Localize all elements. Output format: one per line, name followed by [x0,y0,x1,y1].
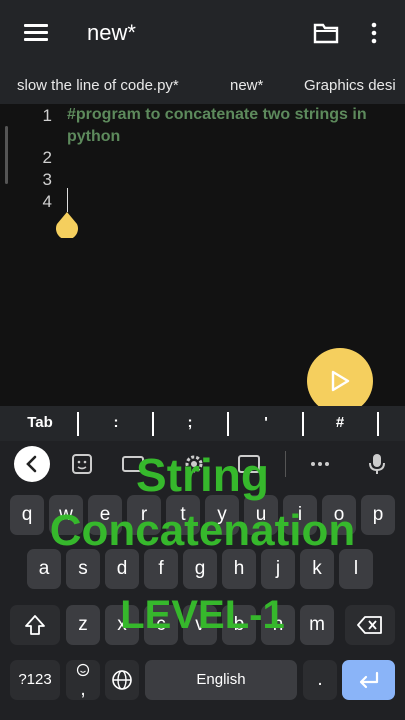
kebab-icon[interactable] [370,22,378,44]
page-title: new* [87,20,136,45]
line-number: 4 [42,192,52,211]
run-button[interactable] [307,348,373,414]
symbol-hash[interactable]: # [320,414,360,431]
divider [377,412,379,436]
symbol-quote[interactable]: ' [246,414,286,431]
symbol-bar: Tab : ; ' # [0,406,405,441]
language-key[interactable] [105,660,139,700]
overlay-title-line1: String [136,449,269,501]
folder-icon[interactable] [313,22,339,44]
app-bar: new* [0,0,405,66]
play-icon [331,370,350,392]
divider [77,412,79,436]
tab-file-1[interactable]: slow the line of code.py* [17,77,179,94]
line-number: 3 [42,170,52,189]
text-cursor [67,188,68,212]
overlay-title-line3: LEVEL-1 [120,593,285,637]
emoji-icon [76,663,90,677]
divider [227,412,229,436]
symbol-colon[interactable]: : [96,414,136,431]
code-comment-wrap: python [67,128,121,145]
period-key[interactable]: . [303,660,337,700]
enter-icon [359,671,378,689]
menu-icon[interactable] [24,24,48,42]
symbol-tab[interactable]: Tab [18,414,62,431]
file-tabs: slow the line of code.py* new* Graphics … [0,66,405,104]
tab-file-2[interactable]: new* [230,77,263,94]
line-number: 1 [42,106,52,125]
line-number: 2 [42,148,52,167]
divider [152,412,154,436]
cursor-handle[interactable] [55,212,79,238]
enter-key[interactable] [342,660,395,700]
numbers-key[interactable]: ?123 [10,660,60,700]
comma-label: , [80,679,86,700]
code-comment-line: #program to concatenate two strings in [67,106,367,123]
scroll-indicator [5,126,8,184]
symbol-semicolon[interactable]: ; [170,414,210,431]
tab-file-3[interactable]: Graphics desi [304,77,396,94]
space-key[interactable]: English [145,660,297,700]
divider [302,412,304,436]
comma-key[interactable]: , [66,660,100,700]
overlay-title-line2: Concatenation [49,506,356,555]
globe-icon [112,670,132,690]
